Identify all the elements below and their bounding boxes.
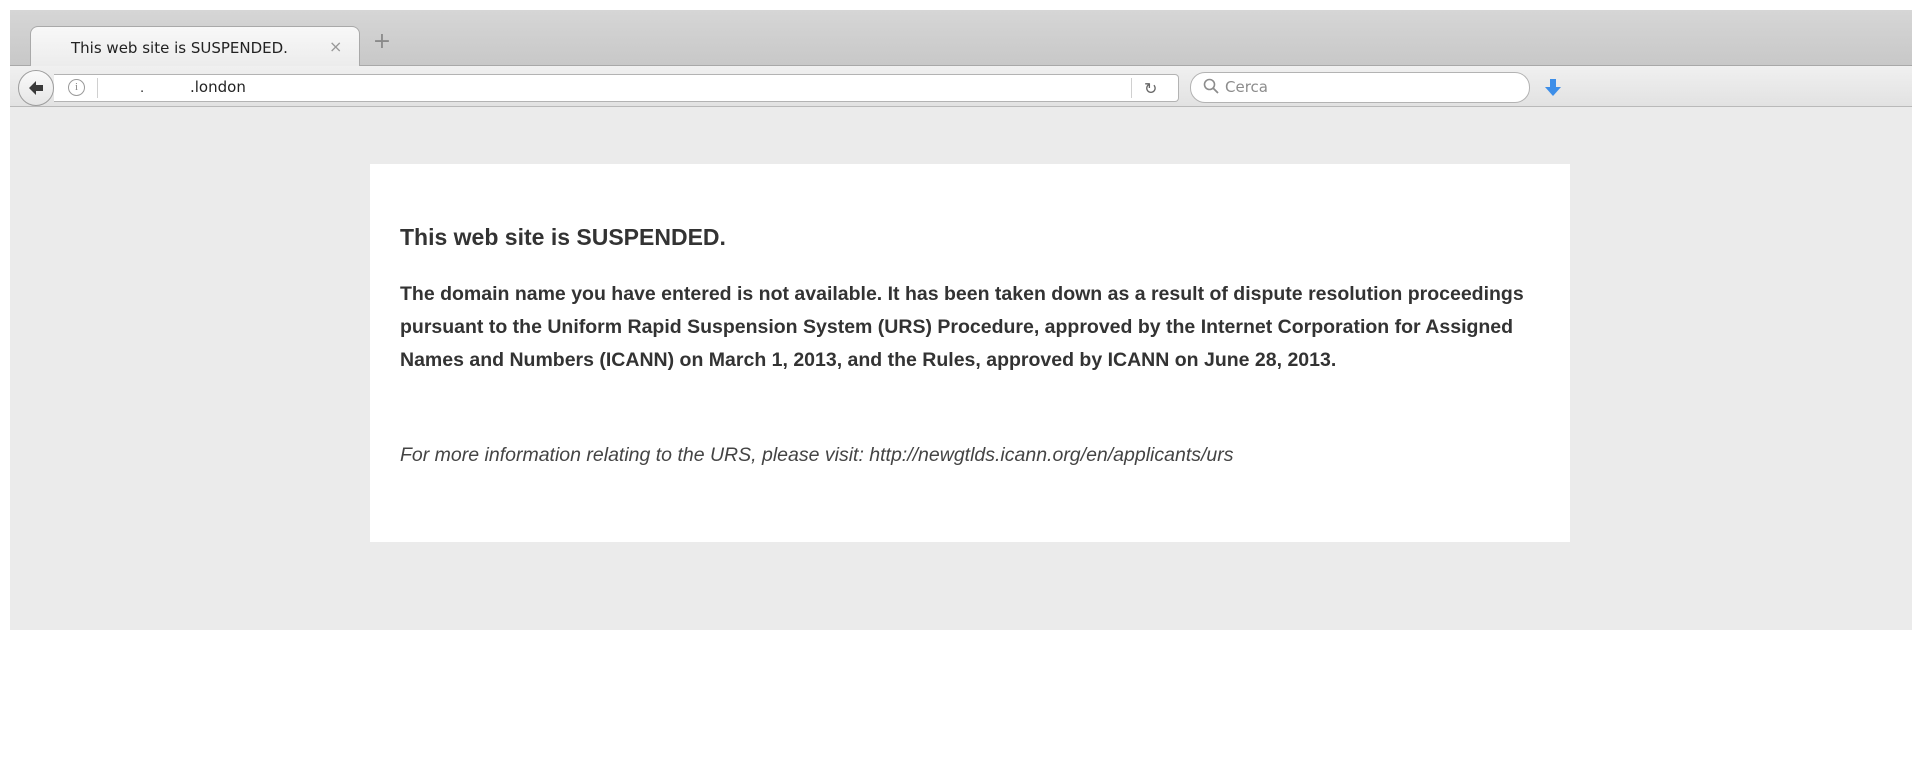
search-placeholder: Cerca [1225, 78, 1268, 96]
address-bar[interactable]: i . .london ↻ [54, 74, 1179, 102]
reload-divider [1131, 78, 1132, 98]
tab-title: This web site is SUSPENDED. [71, 39, 288, 57]
search-bar[interactable]: Cerca [1190, 72, 1530, 103]
new-tab-button[interactable]: + [370, 30, 394, 54]
url-redacted-fragment: . [140, 79, 145, 96]
tab-strip: This web site is SUSPENDED. × + [10, 10, 1912, 66]
reload-icon[interactable]: ↻ [1144, 79, 1157, 98]
page-heading: This web site is SUSPENDED. [400, 224, 726, 250]
back-button[interactable] [18, 70, 54, 106]
back-arrow-icon [29, 81, 43, 95]
close-tab-icon[interactable]: × [329, 37, 342, 56]
page-content: This web site is SUSPENDED. The domain n… [10, 107, 1912, 630]
more-info-text: For more information relating to the URS… [400, 444, 1234, 466]
search-icon [1203, 78, 1219, 94]
navigation-toolbar: i . .london ↻ Cerca [10, 66, 1912, 107]
url-text[interactable]: .london [190, 78, 246, 96]
browser-window: This web site is SUSPENDED. × + i . .lon… [10, 10, 1912, 630]
suspension-notice-card: This web site is SUSPENDED. The domain n… [370, 164, 1570, 542]
url-divider [97, 78, 98, 98]
info-icon[interactable]: i [68, 79, 85, 96]
download-icon[interactable] [1544, 78, 1562, 98]
suspension-message: The domain name you have entered is not … [400, 283, 1524, 371]
tab-active[interactable]: This web site is SUSPENDED. × [30, 26, 360, 66]
